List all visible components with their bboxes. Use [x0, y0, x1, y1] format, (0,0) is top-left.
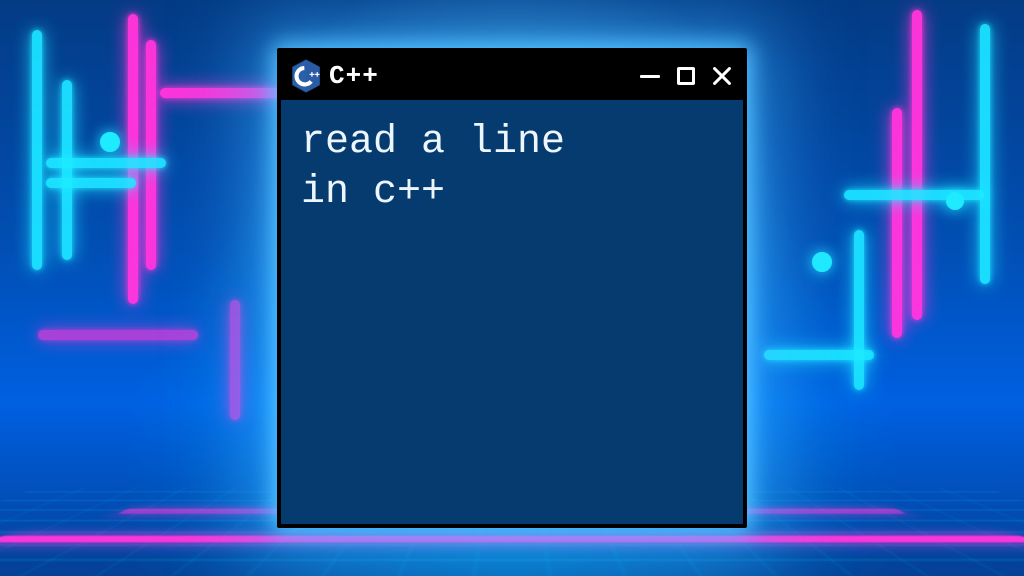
minimize-button[interactable] — [637, 63, 663, 89]
maximize-button[interactable] — [673, 63, 699, 89]
neon-line — [146, 40, 156, 270]
title-left: C++ — [291, 59, 379, 93]
window-controls — [637, 63, 735, 89]
neon-line — [62, 80, 72, 260]
neon-dot — [946, 192, 964, 210]
neon-line — [230, 300, 240, 420]
close-button[interactable] — [709, 63, 735, 89]
titlebar[interactable]: C++ — [281, 52, 743, 100]
neon-line — [46, 158, 166, 168]
neon-line — [38, 330, 198, 340]
neon-line — [160, 88, 290, 98]
neon-line — [32, 30, 42, 270]
neon-line — [892, 108, 902, 338]
terminal-window: C++ read a line in c++ — [277, 48, 747, 528]
scene: C++ read a line in c++ — [0, 0, 1024, 576]
terminal-body: read a line in c++ — [281, 100, 743, 236]
neon-circle — [812, 252, 832, 272]
neon-line — [46, 178, 136, 188]
neon-line — [912, 10, 922, 320]
window-title: C++ — [329, 61, 379, 91]
neon-line — [854, 230, 864, 390]
neon-circle — [100, 132, 120, 152]
close-icon — [711, 65, 733, 87]
minimize-icon — [640, 75, 660, 78]
cpp-logo-icon — [291, 59, 321, 93]
neon-line — [980, 24, 990, 284]
maximize-icon — [677, 67, 695, 85]
